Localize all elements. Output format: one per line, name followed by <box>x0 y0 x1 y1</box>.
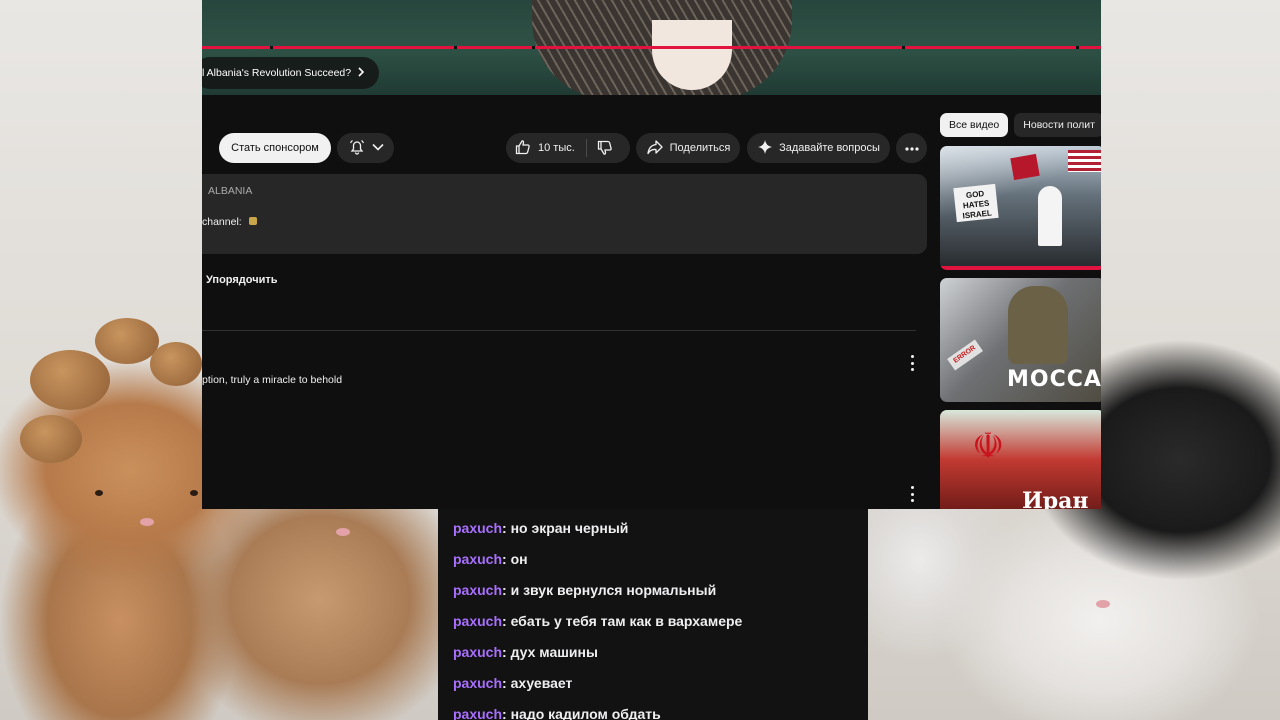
chat-separator: : <box>502 520 511 536</box>
chapter-divider <box>270 46 273 49</box>
like-count[interactable]: 10 тыс. <box>538 142 575 154</box>
chat-separator: : <box>502 582 511 598</box>
sort-label: Упорядочить <box>206 274 278 286</box>
share-label: Поделиться <box>669 142 731 154</box>
chat-text: но экран черный <box>510 520 629 536</box>
chat-text: ахуевает <box>510 675 573 691</box>
mushroom-decoration <box>30 350 110 410</box>
flag-graphic <box>1068 150 1101 172</box>
chapter-divider <box>532 46 535 49</box>
chat-username[interactable]: paxuch <box>453 582 502 598</box>
description-line: channel: <box>202 216 257 228</box>
share-button[interactable]: Поделиться <box>636 133 740 163</box>
flag-graphic <box>1010 153 1040 181</box>
chapter-button[interactable]: l Albania's Revolution Succeed? <box>202 57 380 89</box>
chapter-divider <box>1076 46 1079 49</box>
chat-separator: : <box>502 644 511 660</box>
chat-text: он <box>510 551 528 567</box>
like-divider <box>586 139 587 157</box>
chat-username[interactable]: paxuch <box>453 613 502 629</box>
protest-sign: GOD HATES ISRAEL <box>953 183 999 223</box>
chip-all-videos[interactable]: Все видео <box>940 113 1009 137</box>
thumbnail-title: МОССАД <box>1007 367 1101 392</box>
video-player[interactable]: l Albania's Revolution Succeed? <box>202 0 1101 95</box>
comments-divider <box>202 330 916 331</box>
chat-message: paxuch: ахуевает <box>453 675 572 691</box>
chat-message: paxuch: ебать у тебя там как в вархамере <box>453 613 742 629</box>
chat-username[interactable]: paxuch <box>453 706 502 720</box>
chat-text: ебать у тебя там как в вархамере <box>510 613 743 629</box>
more-actions-button[interactable] <box>896 133 927 163</box>
chat-username[interactable]: paxuch <box>453 675 502 691</box>
more-horizontal-icon <box>904 142 919 154</box>
thumbs-down-icon[interactable] <box>596 139 614 160</box>
chevron-right-icon <box>357 66 365 80</box>
chat-message: paxuch: надо кадилом обдать <box>453 706 661 720</box>
sort-comments-button[interactable]: Упорядочить <box>206 274 278 286</box>
thumbnail-title: Иран <box>1022 488 1089 509</box>
progress-bar[interactable] <box>202 46 1101 49</box>
comment-text: ption, truly a miracle to behold <box>202 374 343 386</box>
chat-text: дух машины <box>510 644 598 660</box>
chapter-divider <box>902 46 905 49</box>
video-description[interactable]: ALBANIA channel: <box>202 174 927 254</box>
bell-icon <box>348 138 366 159</box>
chat-separator: : <box>502 675 511 691</box>
thumbs-up-icon[interactable] <box>514 138 532 159</box>
chapter-title: l Albania's Revolution Succeed? <box>202 67 352 79</box>
chapter-divider <box>454 46 457 49</box>
chat-message: paxuch: и звук вернулся нормальный <box>453 582 716 598</box>
sponsor-label: Стать спонсором <box>231 142 319 154</box>
bunny-nose <box>336 528 350 536</box>
bunny-nose <box>140 518 154 526</box>
subscription-bell-button[interactable] <box>337 133 394 163</box>
mushroom-decoration <box>20 415 82 463</box>
related-video-thumbnail[interactable]: GOD HATES ISRAEL <box>940 146 1101 270</box>
chevron-down-icon <box>371 142 384 154</box>
chat-separator: : <box>502 551 511 567</box>
chat-message: paxuch: но экран черный <box>453 520 628 536</box>
chat-username[interactable]: paxuch <box>453 551 502 567</box>
more-vertical-icon[interactable] <box>907 486 917 502</box>
soldier-figure <box>1008 286 1068 364</box>
related-video-thumbnail[interactable]: ☫ Иран <box>940 410 1101 509</box>
chat-username[interactable]: paxuch <box>453 644 502 660</box>
chat-username[interactable]: paxuch <box>453 520 502 536</box>
youtube-watch-panel: l Albania's Revolution Succeed? Стать сп… <box>202 0 1101 509</box>
chat-separator: : <box>502 706 511 720</box>
iran-emblem-icon: ☫ <box>972 426 1005 467</box>
chat-overlay: paxuch: но экран черный paxuch: он paxuc… <box>438 509 868 720</box>
chat-message: paxuch: он <box>453 551 528 567</box>
mushroom-decoration <box>150 342 202 386</box>
more-vertical-icon[interactable] <box>907 355 917 371</box>
chat-separator: : <box>502 613 511 629</box>
bunny-eye <box>190 490 198 496</box>
ask-ai-button[interactable]: Задавайте вопросы <box>747 133 890 163</box>
emoji-icon <box>248 217 257 225</box>
hooded-figure <box>1038 186 1062 246</box>
watched-progress-bar <box>940 266 1101 270</box>
chat-text: надо кадилом обдать <box>510 706 661 720</box>
bunny-nose <box>1096 600 1110 608</box>
description-text: channel: <box>202 216 242 228</box>
chip-politics-news[interactable]: Новости полит <box>1014 113 1101 137</box>
description-hashtag[interactable]: ALBANIA <box>208 185 252 197</box>
mushroom-decoration <box>95 318 159 364</box>
sparkle-icon <box>757 139 773 158</box>
sponsor-button[interactable]: Стать спонсором <box>219 133 331 163</box>
chat-message: paxuch: дух машины <box>453 644 598 660</box>
related-video-thumbnail[interactable]: ERROR МОССАД <box>940 278 1101 402</box>
chat-text: и звук вернулся нормальный <box>510 582 717 598</box>
share-arrow-icon <box>646 139 664 158</box>
ask-label: Задавайте вопросы <box>779 142 880 154</box>
like-dislike-group: 10 тыс. <box>506 133 630 163</box>
bunny-eye <box>95 490 103 496</box>
related-filter-chips: Все видео Новости полит <box>940 113 1101 137</box>
error-badge: ERROR <box>947 339 983 371</box>
